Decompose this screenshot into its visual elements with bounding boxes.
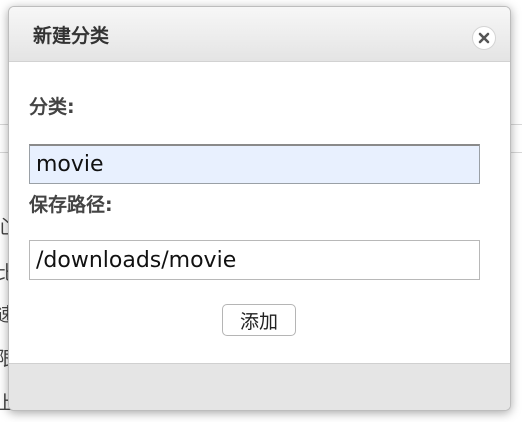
close-button[interactable] (472, 26, 496, 50)
category-label: 分类: (29, 96, 75, 118)
dialog-titlebar[interactable]: 新建分类 (9, 7, 510, 62)
save-path-label: 保存路径: (29, 194, 113, 216)
close-icon (478, 32, 490, 44)
save-path-input[interactable] (29, 240, 480, 280)
dialog-content: 分类: 保存路径: 添加 (9, 62, 510, 364)
add-button[interactable]: 添加 (222, 304, 296, 336)
new-category-dialog: 新建分类 分类: 保存路径: 添加 (8, 6, 511, 411)
dialog-footer (9, 363, 510, 410)
dialog-title: 新建分类 (33, 25, 110, 47)
category-input[interactable] (29, 144, 480, 184)
